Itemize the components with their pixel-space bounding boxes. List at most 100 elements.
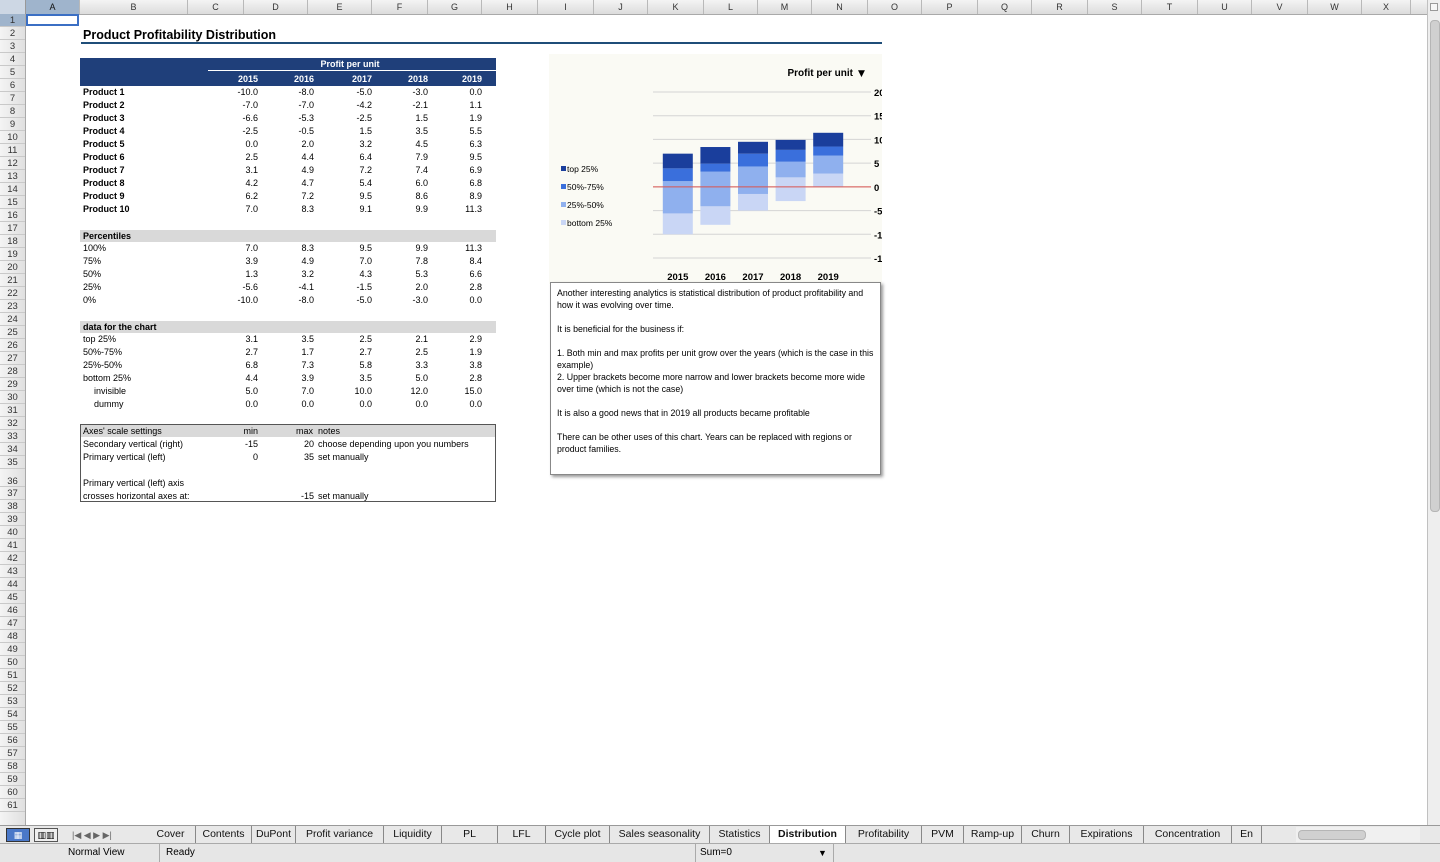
row-header-33[interactable]: 33 — [0, 430, 25, 443]
row-header-6[interactable]: 6 — [0, 79, 25, 92]
row-header-31[interactable]: 31 — [0, 404, 25, 417]
tab-lfl[interactable]: LFL — [498, 826, 546, 843]
column-header-k[interactable]: K — [648, 0, 704, 14]
row-header-32[interactable]: 32 — [0, 417, 25, 430]
row-header-47[interactable]: 47 — [0, 617, 25, 630]
row-header-17[interactable]: 17 — [0, 222, 25, 235]
tab-navigation-arrows[interactable]: |◀ ◀ ▶ ▶| — [72, 827, 112, 843]
column-header-x[interactable]: X — [1362, 0, 1411, 14]
row-header-53[interactable]: 53 — [0, 695, 25, 708]
column-header-g[interactable]: G — [428, 0, 482, 14]
sheet-grid[interactable]: Product Profitability Distribution Profi… — [26, 14, 1427, 825]
row-header-60[interactable]: 60 — [0, 786, 25, 799]
column-header-o[interactable]: O — [868, 0, 922, 14]
row-header-45[interactable]: 45 — [0, 591, 25, 604]
row-header-58[interactable]: 58 — [0, 760, 25, 773]
column-header-c[interactable]: C — [188, 0, 244, 14]
tab-cycle-plot[interactable]: Cycle plot — [546, 826, 610, 843]
tab-profitability[interactable]: Profitability — [846, 826, 922, 843]
row-header-10[interactable]: 10 — [0, 131, 25, 144]
tab-distribution[interactable]: Distribution — [770, 826, 846, 843]
row-header-54[interactable]: 54 — [0, 708, 25, 721]
column-header-e[interactable]: E — [308, 0, 372, 14]
row-header-38[interactable]: 38 — [0, 500, 25, 513]
row-header-5[interactable]: 5 — [0, 66, 25, 79]
row-header-13[interactable]: 13 — [0, 170, 25, 183]
row-header-20[interactable]: 20 — [0, 261, 25, 274]
column-header-r[interactable]: R — [1032, 0, 1088, 14]
profit-distribution-chart[interactable]: Profit per unit▼20151050-5-10-1520152016… — [549, 54, 888, 284]
row-header-8[interactable]: 8 — [0, 105, 25, 118]
row-header-43[interactable]: 43 — [0, 565, 25, 578]
row-header-30[interactable]: 30 — [0, 391, 25, 404]
column-header-n[interactable]: N — [812, 0, 868, 14]
row-header-25[interactable]: 25 — [0, 326, 25, 339]
row-header-24[interactable]: 24 — [0, 313, 25, 326]
row-header-50[interactable]: 50 — [0, 656, 25, 669]
row-header-19[interactable]: 19 — [0, 248, 25, 261]
column-header-s[interactable]: S — [1088, 0, 1142, 14]
row-header-48[interactable]: 48 — [0, 630, 25, 643]
column-header-l[interactable]: L — [704, 0, 758, 14]
scroll-up-arrow[interactable] — [1430, 3, 1438, 11]
select-all-corner[interactable] — [0, 0, 26, 14]
row-header-16[interactable]: 16 — [0, 209, 25, 222]
tab-sales-seasonality[interactable]: Sales seasonality — [610, 826, 710, 843]
row-header-59[interactable]: 59 — [0, 773, 25, 786]
row-header-3[interactable]: 3 — [0, 40, 25, 53]
tab-pvm[interactable]: PVM — [922, 826, 964, 843]
row-header-28[interactable]: 28 — [0, 365, 25, 378]
column-header-p[interactable]: P — [922, 0, 978, 14]
row-header-22[interactable]: 22 — [0, 287, 25, 300]
horizontal-scroll-thumb[interactable] — [1298, 830, 1366, 840]
column-header-i[interactable]: I — [538, 0, 594, 14]
commentary-textbox[interactable]: Another interesting analytics is statist… — [550, 282, 881, 475]
row-header-39[interactable]: 39 — [0, 513, 25, 526]
sum-dropdown-arrow-icon[interactable]: ▼ — [818, 844, 827, 862]
row-header-49[interactable]: 49 — [0, 643, 25, 656]
row-header-11[interactable]: 11 — [0, 144, 25, 157]
column-header-u[interactable]: U — [1198, 0, 1252, 14]
column-header-a[interactable]: A — [26, 0, 80, 14]
column-header-d[interactable]: D — [244, 0, 308, 14]
row-header-23[interactable]: 23 — [0, 300, 25, 313]
row-header-46[interactable]: 46 — [0, 604, 25, 617]
row-header-36[interactable]: 36 — [0, 469, 25, 487]
row-header-29[interactable]: 29 — [0, 378, 25, 391]
column-header-m[interactable]: M — [758, 0, 812, 14]
normal-view-icon[interactable]: ▦ — [6, 828, 30, 842]
column-header-b[interactable]: B — [80, 0, 188, 14]
tab-ramp-up[interactable]: Ramp-up — [964, 826, 1022, 843]
view-toggle-buttons[interactable]: ▦ ▥▥ — [6, 828, 62, 842]
vertical-scroll-thumb[interactable] — [1430, 20, 1440, 512]
row-header-61[interactable]: 61 — [0, 799, 25, 812]
column-header-h[interactable]: H — [482, 0, 538, 14]
row-header-14[interactable]: 14 — [0, 183, 25, 196]
row-header-55[interactable]: 55 — [0, 721, 25, 734]
row-header-21[interactable]: 21 — [0, 274, 25, 287]
row-header-44[interactable]: 44 — [0, 578, 25, 591]
horizontal-scrollbar[interactable] — [1296, 827, 1420, 842]
row-header-57[interactable]: 57 — [0, 747, 25, 760]
row-header-27[interactable]: 27 — [0, 352, 25, 365]
column-header-t[interactable]: T — [1142, 0, 1198, 14]
row-header-26[interactable]: 26 — [0, 339, 25, 352]
row-header-41[interactable]: 41 — [0, 539, 25, 552]
column-header-q[interactable]: Q — [978, 0, 1032, 14]
tab-expirations[interactable]: Expirations — [1070, 826, 1144, 843]
row-header-34[interactable]: 34 — [0, 443, 25, 456]
row-header-9[interactable]: 9 — [0, 118, 25, 131]
row-header-37[interactable]: 37 — [0, 487, 25, 500]
tab-en[interactable]: En — [1232, 826, 1262, 843]
row-header-1[interactable]: 1 — [0, 14, 25, 27]
status-sum[interactable]: Sum=0 — [696, 844, 834, 862]
tab-liquidity[interactable]: Liquidity — [384, 826, 442, 843]
row-header-15[interactable]: 15 — [0, 196, 25, 209]
tab-contents[interactable]: Contents — [196, 826, 252, 843]
row-header-51[interactable]: 51 — [0, 669, 25, 682]
tab-pl[interactable]: PL — [442, 826, 498, 843]
row-header-12[interactable]: 12 — [0, 157, 25, 170]
selected-cell-a1[interactable] — [26, 14, 79, 26]
tab-dupont[interactable]: DuPont — [252, 826, 296, 843]
tab-cover[interactable]: Cover — [146, 826, 196, 843]
